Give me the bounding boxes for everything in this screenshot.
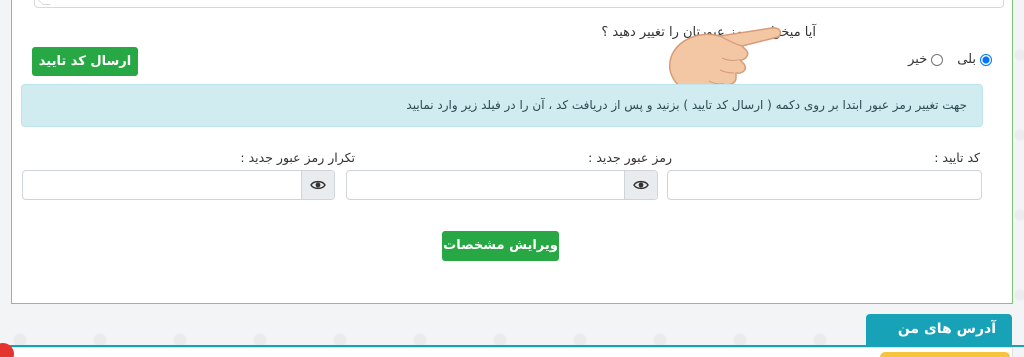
info-alert: جهت تغییر رمز عبور ابتدا بر روی دکمه ( ا… [21,84,983,127]
verification-code-label: کد تایید : [934,150,980,165]
new-password-label: رمز عبور جدید : [588,150,672,165]
radio-option-yes[interactable]: بلی [957,52,992,67]
my-addresses-tab[interactable]: آدرس های من [866,314,1012,347]
radio-option-no[interactable]: خیر [908,52,944,67]
change-password-radio-group: بلی خیر [908,52,992,67]
repeat-password-label: تکرار رمز عبور جدید : [240,150,355,165]
radio-yes-label: بلی [957,52,976,67]
info-alert-text: جهت تغییر رمز عبور ابتدا بر روی دکمه ( ا… [406,98,967,112]
radio-no[interactable] [931,53,944,66]
edit-profile-button[interactable]: ویرایش مشخصات [442,231,559,261]
eye-icon [310,180,326,190]
verification-code-input[interactable] [667,170,982,200]
yellow-button-edge[interactable] [880,352,1010,357]
show-new-password-toggle[interactable] [624,171,657,199]
show-repeat-password-toggle[interactable] [301,171,334,199]
repeat-password-input[interactable] [22,170,335,200]
radio-yes[interactable] [980,53,992,66]
addresses-panel [11,347,1013,357]
radio-no-label: خیر [908,52,928,67]
previous-textarea[interactable] [34,0,1004,8]
eye-icon [633,180,649,190]
new-password-input[interactable] [346,170,658,200]
resize-grip-icon[interactable] [35,0,51,5]
send-verification-code-button[interactable]: ارسال کد تایید [32,47,138,76]
